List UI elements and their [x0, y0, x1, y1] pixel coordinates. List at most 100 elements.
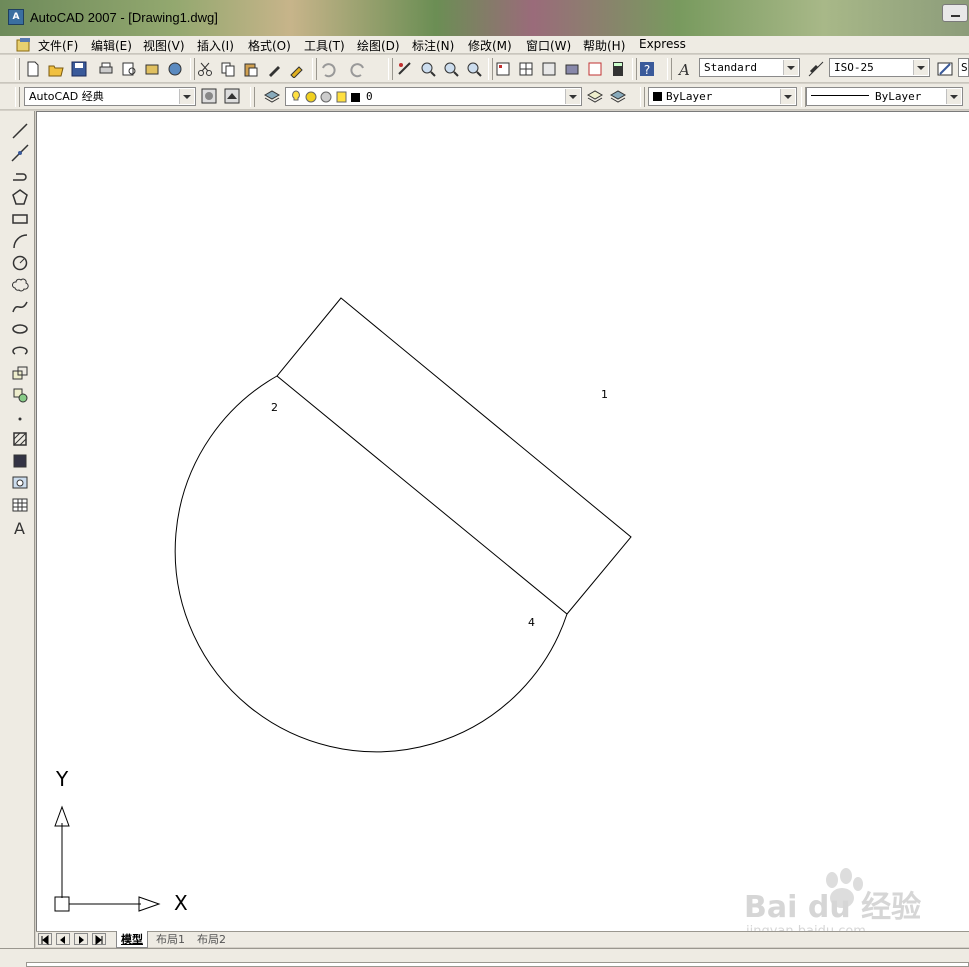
- revision-cloud-icon[interactable]: [11, 276, 29, 294]
- markup-icon[interactable]: [586, 60, 604, 78]
- arc-tool-icon[interactable]: [11, 232, 29, 250]
- first-tab-button[interactable]: [38, 933, 52, 946]
- publish-icon[interactable]: [143, 60, 161, 78]
- tab-layout2[interactable]: 布局2: [197, 931, 226, 947]
- ucs-y-label: Y: [56, 767, 69, 791]
- ellipse-arc-icon[interactable]: [11, 342, 29, 360]
- layer-state-icons[interactable]: [289, 89, 369, 105]
- new-file-icon[interactable]: [24, 60, 42, 78]
- zoom-realtime-icon[interactable]: [419, 60, 437, 78]
- menu-dimension[interactable]: 标注(N): [412, 37, 454, 54]
- toolbar-separator: [388, 58, 393, 80]
- ellipse-tool-icon[interactable]: [11, 320, 29, 338]
- watermark-brand: Bai du 经验: [744, 890, 922, 925]
- match-properties-icon[interactable]: [265, 60, 283, 78]
- pan-icon[interactable]: [396, 60, 414, 78]
- 3d-dwf-icon[interactable]: [166, 60, 184, 78]
- document-icon[interactable]: [16, 37, 32, 52]
- menu-tools[interactable]: 工具(T): [304, 37, 345, 54]
- point-label-4: 4: [528, 616, 535, 629]
- menu-help[interactable]: 帮助(H): [583, 37, 625, 54]
- workspace-save-icon[interactable]: [223, 87, 241, 105]
- multiline-text-icon[interactable]: A: [11, 518, 29, 536]
- print-icon[interactable]: [97, 60, 115, 78]
- workspace-settings-icon[interactable]: [200, 87, 218, 105]
- text-style-select[interactable]: Standard: [699, 58, 800, 77]
- rotated-rectangle[interactable]: [276, 297, 632, 615]
- menu-window[interactable]: 窗口(W): [526, 37, 571, 54]
- color-select[interactable]: ByLayer: [648, 87, 797, 106]
- layer-previous-icon[interactable]: [609, 87, 627, 105]
- make-layer-current-icon[interactable]: [586, 87, 604, 105]
- tab-layout1[interactable]: 布局1: [156, 931, 185, 947]
- line-tool-icon[interactable]: [11, 122, 29, 140]
- window-title: AutoCAD 2007 - [Drawing1.dwg]: [30, 10, 218, 25]
- next-tab-button[interactable]: [74, 933, 88, 945]
- polyline-tool-icon[interactable]: [11, 166, 29, 184]
- prev-tab-button[interactable]: [56, 933, 70, 945]
- drawing-canvas[interactable]: 1 2 4 Y X: [36, 111, 969, 931]
- redo-icon[interactable]: [350, 60, 368, 78]
- toolbar-grip[interactable]: [15, 87, 20, 107]
- insert-block-icon[interactable]: [11, 364, 29, 382]
- toolbar-grip[interactable]: [640, 87, 645, 107]
- rectangle-tool-icon[interactable]: [11, 210, 29, 228]
- dim-style-select[interactable]: ISO-25: [829, 58, 930, 77]
- toolbar-grip[interactable]: [15, 58, 20, 80]
- spline-tool-icon[interactable]: [11, 298, 29, 316]
- help-icon[interactable]: ?: [638, 60, 656, 78]
- gradient-tool-icon[interactable]: [11, 452, 29, 470]
- autocad-app-icon[interactable]: A: [8, 9, 24, 25]
- region-tool-icon[interactable]: [11, 474, 29, 492]
- menu-view[interactable]: 视图(V): [143, 37, 185, 54]
- menu-edit[interactable]: 编辑(E): [91, 37, 132, 54]
- undo-icon[interactable]: [318, 60, 336, 78]
- menu-file[interactable]: 文件(F): [38, 37, 78, 54]
- layer-select[interactable]: 0: [285, 87, 582, 106]
- hatch-tool-icon[interactable]: [11, 430, 29, 448]
- block-editor-icon[interactable]: [288, 60, 306, 78]
- sheet-set-icon[interactable]: [563, 60, 581, 78]
- tool-palettes-icon[interactable]: [540, 60, 558, 78]
- tab-model[interactable]: 模型: [116, 931, 148, 948]
- zoom-previous-icon[interactable]: [465, 60, 483, 78]
- linetype-select[interactable]: ByLayer: [806, 87, 963, 106]
- menu-format[interactable]: 格式(O): [248, 37, 291, 54]
- copy-icon[interactable]: [219, 60, 237, 78]
- paste-icon[interactable]: [242, 60, 260, 78]
- toolbar-grip[interactable]: [667, 58, 672, 80]
- table-style-select[interactable]: S: [958, 58, 969, 77]
- menu-express[interactable]: Express: [639, 37, 686, 51]
- ucs-icon: [54, 805, 161, 912]
- cut-icon[interactable]: [196, 60, 214, 78]
- toolbar-separator: [190, 58, 195, 80]
- workspace-select[interactable]: AutoCAD 经典: [24, 87, 196, 106]
- circle-tool-icon[interactable]: [11, 254, 29, 272]
- text-style-icon[interactable]: A: [677, 60, 695, 78]
- design-center-icon[interactable]: [517, 60, 535, 78]
- menu-draw[interactable]: 绘图(D): [357, 37, 400, 54]
- last-tab-button[interactable]: [92, 933, 106, 946]
- layer-manager-icon[interactable]: [263, 87, 281, 105]
- menu-modify[interactable]: 修改(M): [468, 37, 512, 54]
- point-tool-icon[interactable]: [11, 408, 29, 426]
- arc-segment[interactable]: [174, 375, 568, 753]
- save-icon[interactable]: [70, 60, 88, 78]
- zoom-window-icon[interactable]: [442, 60, 460, 78]
- calculator-icon[interactable]: [609, 60, 627, 78]
- open-file-icon[interactable]: [47, 60, 65, 78]
- dim-style-icon[interactable]: [807, 60, 825, 78]
- color-swatch: [653, 92, 662, 101]
- table-tool-icon[interactable]: [11, 496, 29, 514]
- make-block-icon[interactable]: [11, 386, 29, 404]
- baidu-watermark: Bai du 经验 jingyan.baidu.com: [744, 862, 924, 942]
- toolbar-grip[interactable]: [250, 87, 255, 107]
- polygon-tool-icon[interactable]: [11, 188, 29, 206]
- minimize-button[interactable]: [942, 4, 968, 22]
- command-line[interactable]: [26, 962, 969, 967]
- plot-preview-icon[interactable]: [120, 60, 138, 78]
- properties-icon[interactable]: [494, 60, 512, 78]
- table-style-icon[interactable]: [936, 60, 954, 78]
- construction-line-icon[interactable]: [11, 144, 29, 162]
- menu-insert[interactable]: 插入(I): [197, 37, 234, 54]
